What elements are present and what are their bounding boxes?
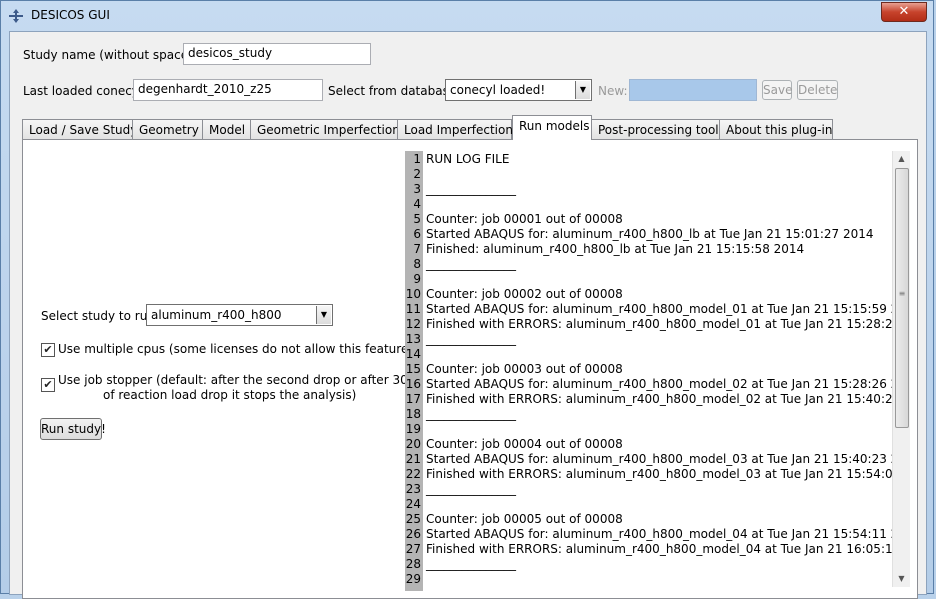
tab-run-models[interactable]: Run models bbox=[512, 115, 592, 140]
log-line-number: 19 bbox=[405, 422, 421, 436]
tab-geometric-imperfections[interactable]: Geometric Imperfections bbox=[250, 119, 406, 139]
log-line-number: 29 bbox=[405, 572, 421, 586]
tab-load-save-study[interactable]: Load / Save Study bbox=[22, 119, 137, 139]
last-conecyl-input[interactable]: degenhardt_2010_z25 bbox=[133, 79, 323, 101]
log-line-number: 23 bbox=[405, 482, 421, 496]
grip-icon: ≡ bbox=[898, 289, 906, 298]
log-line-number: 27 bbox=[405, 542, 421, 556]
log-line-number: 8 bbox=[413, 257, 421, 271]
window-title: DESICOS GUI bbox=[31, 8, 110, 22]
log-line-number: 13 bbox=[405, 332, 421, 346]
new-label: New: bbox=[598, 84, 628, 98]
study-select[interactable]: aluminum_r400_h800 ▼ bbox=[146, 304, 333, 326]
log-line-number: 24 bbox=[405, 497, 421, 511]
log-line-text: Finished with ERRORS: aluminum_r400_h800… bbox=[426, 392, 892, 406]
job-stopper-label-line2: of reaction load drop it stops the analy… bbox=[103, 388, 357, 402]
log-line-text: Finished with ERRORS: aluminum_r400_h800… bbox=[426, 467, 892, 481]
run-study-button[interactable]: Run study! bbox=[40, 418, 106, 440]
log-line-text: _______________ bbox=[426, 257, 516, 271]
log-line-number: 21 bbox=[405, 452, 421, 466]
log-line-number: 1 bbox=[413, 152, 421, 166]
log-line-text: _______________ bbox=[426, 407, 516, 421]
log-line-text: Counter: job 00003 out of 00008 bbox=[426, 362, 623, 376]
job-stopper-checkbox[interactable]: ✔ bbox=[41, 378, 55, 392]
save-button[interactable]: Save bbox=[762, 80, 792, 100]
database-label: Select from database: bbox=[328, 84, 461, 98]
tab-model[interactable]: Model bbox=[202, 119, 251, 139]
log-line-number: 2 bbox=[413, 167, 421, 181]
chevron-down-icon[interactable]: ▼ bbox=[316, 306, 331, 324]
study-select-value: aluminum_r400_h800 bbox=[151, 308, 282, 322]
log-line-text: Finished with ERRORS: aluminum_r400_h800… bbox=[426, 317, 892, 331]
tab-about-plugin[interactable]: About this plug-in bbox=[719, 119, 833, 139]
log-line-text: Started ABAQUS for: aluminum_r400_h800_m… bbox=[426, 527, 892, 541]
database-select-value: conecyl loaded! bbox=[450, 83, 546, 97]
log-line-number: 28 bbox=[405, 557, 421, 571]
log-line-number: 20 bbox=[405, 437, 421, 451]
database-select[interactable]: conecyl loaded! ▼ bbox=[445, 79, 592, 101]
last-conecyl-label: Last loaded conecyl: bbox=[23, 84, 147, 98]
log-line-text: _______________ bbox=[426, 182, 516, 196]
log-line-number: 18 bbox=[405, 407, 421, 421]
log-line-text: Counter: job 00002 out of 00008 bbox=[426, 287, 623, 301]
log-line-number: 11 bbox=[405, 302, 421, 316]
log-line-text: Counter: job 00005 out of 00008 bbox=[426, 512, 623, 526]
close-icon: ✕ bbox=[898, 4, 910, 19]
tab-geometry[interactable]: Geometry bbox=[132, 119, 203, 139]
log-line-text: _______________ bbox=[426, 557, 516, 571]
log-line-number: 26 bbox=[405, 527, 421, 541]
log-line-number: 5 bbox=[413, 212, 421, 226]
chevron-down-icon[interactable]: ▼ bbox=[575, 81, 590, 99]
job-stopper-label-line1: Use job stopper (default: after the seco… bbox=[58, 373, 420, 387]
log-line-number: 4 bbox=[413, 197, 421, 211]
log-line-number: 9 bbox=[413, 272, 421, 286]
run-log-view[interactable]: 1 RUN LOG FILE 2 3 _______________ 4 5 Counter:… bbox=[405, 151, 892, 591]
log-line-number: 14 bbox=[405, 347, 421, 361]
log-line-text: _______________ bbox=[426, 482, 516, 496]
multi-cpu-label: Use multiple cpus (some licenses do not … bbox=[58, 342, 414, 356]
log-line-text: Started ABAQUS for: aluminum_r400_h800_l… bbox=[426, 227, 874, 241]
scroll-thumb[interactable]: ≡ bbox=[895, 168, 909, 428]
multi-cpu-checkbox[interactable]: ✔ bbox=[41, 343, 55, 357]
log-line-text: _______________ bbox=[426, 332, 516, 346]
log-line-number: 15 bbox=[405, 362, 421, 376]
log-line-number: 25 bbox=[405, 512, 421, 526]
log-line-text: Counter: job 00004 out of 00008 bbox=[426, 437, 623, 451]
log-line-number: 10 bbox=[405, 287, 421, 301]
main-window: DESICOS GUI ✕ Study name (without spaces… bbox=[0, 0, 934, 599]
study-name-label: Study name (without spaces): bbox=[23, 48, 204, 62]
run-models-panel: Select study to run: aluminum_r400_h800 … bbox=[22, 139, 918, 599]
app-icon bbox=[8, 8, 24, 24]
log-line-number: 6 bbox=[413, 227, 421, 241]
log-line-text: Counter: job 00001 out of 00008 bbox=[426, 212, 623, 226]
scroll-up-icon[interactable]: ▲ bbox=[893, 151, 910, 167]
study-name-input[interactable]: desicos_study bbox=[183, 43, 371, 65]
log-line-number: 7 bbox=[413, 242, 421, 256]
log-line-text: Finished with ERRORS: aluminum_r400_h800… bbox=[426, 542, 892, 556]
tab-load-imperfection[interactable]: Load Imperfection bbox=[397, 119, 513, 139]
log-line-number: 17 bbox=[405, 392, 421, 406]
delete-button[interactable]: Delete bbox=[797, 80, 838, 100]
log-line-text: Finished: aluminum_r400_h800_lb at Tue J… bbox=[426, 242, 805, 256]
client-area: Study name (without spaces): desicos_stu… bbox=[9, 31, 927, 599]
scroll-down-icon[interactable]: ▼ bbox=[893, 571, 910, 587]
log-line-number: 3 bbox=[413, 182, 421, 196]
title-bar[interactable]: DESICOS GUI ✕ bbox=[1, 1, 933, 31]
log-line-text: Started ABAQUS for: aluminum_r400_h800_m… bbox=[426, 302, 892, 316]
log-line-number: 16 bbox=[405, 377, 421, 391]
log-line-text: Started ABAQUS for: aluminum_r400_h800_m… bbox=[426, 377, 892, 391]
close-button[interactable]: ✕ bbox=[881, 2, 927, 22]
new-conecyl-input[interactable] bbox=[629, 79, 757, 101]
select-study-label: Select study to run: bbox=[41, 309, 159, 323]
log-line-number: 22 bbox=[405, 467, 421, 481]
log-scrollbar[interactable]: ▲ ≡ ▼ bbox=[892, 151, 910, 587]
log-line-number: 12 bbox=[405, 317, 421, 331]
log-line-text: Started ABAQUS for: aluminum_r400_h800_m… bbox=[426, 452, 892, 466]
tab-post-processing-tools[interactable]: Post-processing tools bbox=[591, 119, 725, 139]
log-line-text: RUN LOG FILE bbox=[426, 152, 510, 166]
